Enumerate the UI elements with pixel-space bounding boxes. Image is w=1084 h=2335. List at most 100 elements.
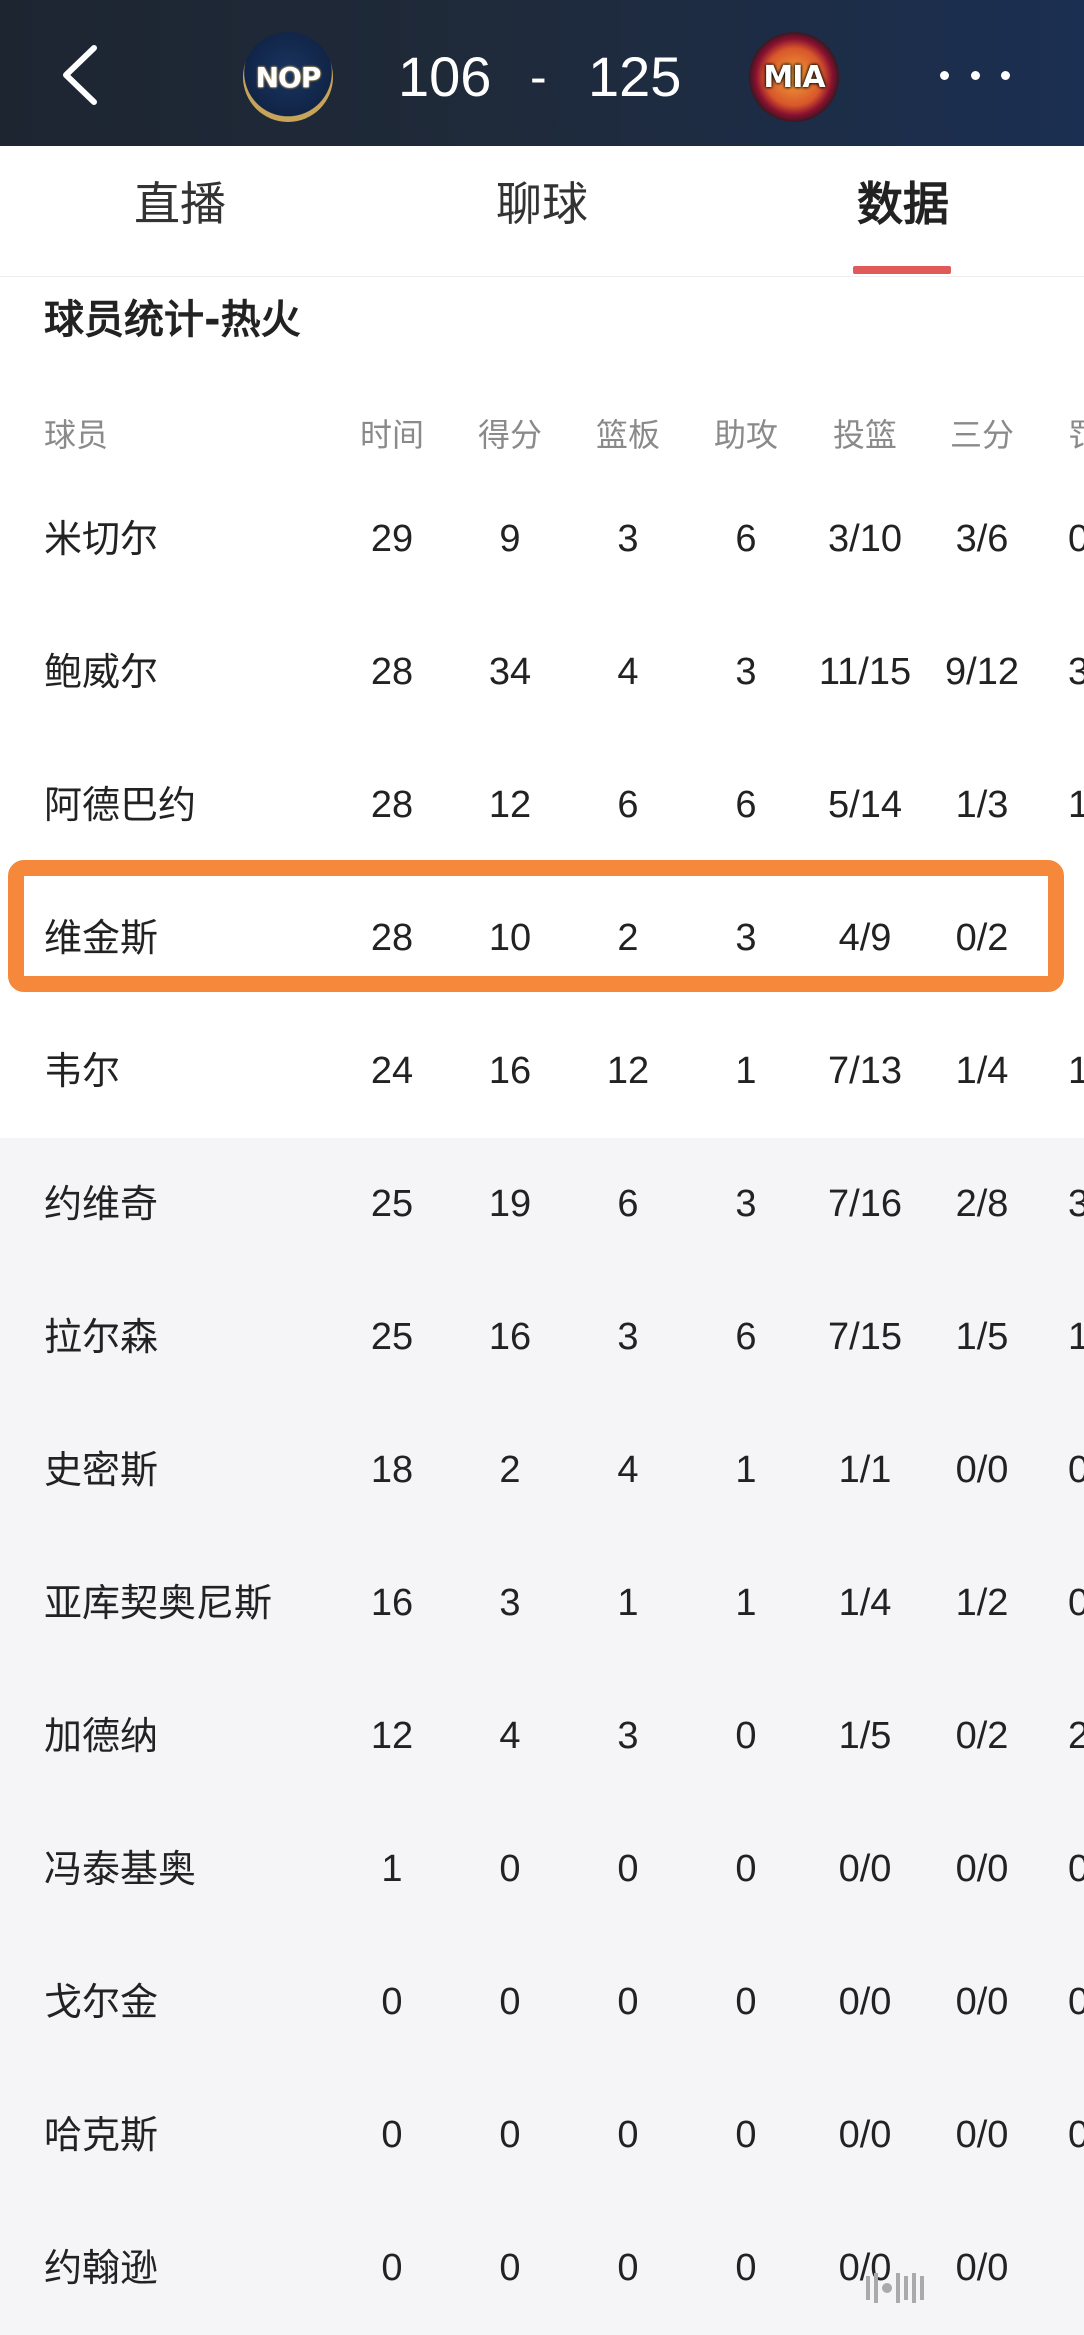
stat-field-goals: 7/15 bbox=[828, 1316, 902, 1358]
stat-three-pointers: 3/6 bbox=[955, 518, 1009, 560]
stat-points: 0 bbox=[499, 1981, 521, 2023]
player-name[interactable]: 维金斯 bbox=[44, 872, 158, 1005]
stat-rebounds: 4 bbox=[617, 1449, 639, 1491]
game-header: NOP 106 - 125 MIA bbox=[0, 0, 1084, 146]
watermark bbox=[866, 2270, 1066, 2306]
stat-points: 0 bbox=[499, 2247, 521, 2289]
stat-rebounds: 0 bbox=[617, 2247, 639, 2289]
stat-points: 0 bbox=[499, 1848, 521, 1890]
home-team-abbr: NOP bbox=[255, 60, 322, 94]
stat-three-pointers: 9/12 bbox=[945, 651, 1019, 693]
player-name[interactable]: 史密斯 bbox=[44, 1404, 158, 1537]
stat-assists: 3 bbox=[735, 651, 757, 693]
home-score: 106 bbox=[398, 45, 492, 108]
player-name[interactable]: 鲍威尔 bbox=[44, 606, 158, 739]
table-row[interactable]: 哈克斯 0 0 0 0 0/0 0/0 0 bbox=[0, 2069, 1084, 2202]
section-title: 球员统计-热火 bbox=[44, 297, 301, 343]
player-name[interactable]: 约维奇 bbox=[44, 1138, 158, 1271]
back-button[interactable] bbox=[52, 40, 112, 110]
table-row[interactable]: 戈尔金 0 0 0 0 0/0 0/0 0 bbox=[0, 1936, 1084, 2069]
stat-free-throws: 2 bbox=[1068, 1715, 1084, 1757]
away-team-logo[interactable]: MIA bbox=[749, 32, 839, 122]
stat-minutes: 25 bbox=[370, 1316, 414, 1358]
table-row[interactable]: 约翰逊 0 0 0 0 0/0 0/0 bbox=[0, 2202, 1084, 2335]
stat-rebounds: 0 bbox=[617, 2114, 639, 2156]
stat-assists: 3 bbox=[735, 1183, 757, 1225]
player-name[interactable]: 阿德巴约 bbox=[44, 739, 196, 872]
player-name[interactable]: 米切尔 bbox=[44, 473, 158, 606]
stat-rebounds: 3 bbox=[617, 1715, 639, 1757]
stat-free-throws: 0 bbox=[1068, 1981, 1084, 2023]
stat-assists: 6 bbox=[735, 784, 757, 826]
stat-field-goals: 1/1 bbox=[838, 1449, 892, 1491]
stat-free-throws: 1 bbox=[1068, 784, 1084, 826]
stat-assists: 0 bbox=[735, 1715, 757, 1757]
tab-data[interactable]: 数据 bbox=[853, 174, 953, 234]
player-name[interactable]: 戈尔金 bbox=[44, 1936, 158, 2069]
stat-points: 10 bbox=[488, 917, 532, 959]
stat-three-pointers: 0/0 bbox=[955, 2114, 1009, 2156]
stat-rebounds: 3 bbox=[617, 518, 639, 560]
stat-free-throws: 0 bbox=[1068, 518, 1084, 560]
stat-assists: 0 bbox=[735, 1848, 757, 1890]
score-separator: - bbox=[530, 49, 547, 105]
player-name[interactable]: 哈克斯 bbox=[44, 2069, 158, 2202]
stat-minutes: 28 bbox=[370, 784, 414, 826]
stat-field-goals: 11/15 bbox=[818, 651, 912, 693]
stat-points: 19 bbox=[488, 1183, 532, 1225]
player-name[interactable]: 亚库契奥尼斯 bbox=[44, 1537, 272, 1670]
stat-free-throws: 3 bbox=[1068, 1183, 1084, 1225]
more-dot-icon bbox=[940, 70, 949, 80]
stat-assists: 6 bbox=[735, 1316, 757, 1358]
home-team-logo[interactable]: NOP bbox=[243, 32, 333, 122]
away-score: 125 bbox=[588, 45, 682, 108]
table-row[interactable]: 维金斯 28 10 2 3 4/9 0/2 bbox=[0, 872, 1084, 1005]
table-row[interactable]: 米切尔 29 9 3 6 3/10 3/6 0 bbox=[0, 473, 1084, 606]
table-row[interactable]: 约维奇 25 19 6 3 7/16 2/8 3 bbox=[0, 1138, 1084, 1271]
stat-assists: 0 bbox=[735, 2247, 757, 2289]
stat-rebounds: 3 bbox=[617, 1316, 639, 1358]
stat-assists: 0 bbox=[735, 1981, 757, 2023]
stat-minutes: 0 bbox=[381, 1981, 403, 2023]
player-name[interactable]: 约翰逊 bbox=[44, 2202, 158, 2335]
stat-field-goals: 0/0 bbox=[838, 2247, 892, 2289]
stat-field-goals: 5/14 bbox=[828, 784, 902, 826]
stat-field-goals: 1/5 bbox=[838, 1715, 892, 1757]
tab-live[interactable]: 直播 bbox=[130, 174, 230, 234]
stat-minutes: 24 bbox=[370, 1050, 414, 1092]
stat-minutes: 1 bbox=[381, 1848, 403, 1890]
stat-rebounds: 4 bbox=[617, 651, 639, 693]
stat-three-pointers: 1/4 bbox=[955, 1050, 1009, 1092]
stat-assists: 1 bbox=[735, 1582, 757, 1624]
stat-field-goals: 0/0 bbox=[838, 1981, 892, 2023]
stat-three-pointers: 0/2 bbox=[955, 917, 1009, 959]
stat-free-throws: 1 bbox=[1068, 1316, 1084, 1358]
tab-chat[interactable]: 聊球 bbox=[492, 174, 592, 234]
table-row[interactable]: 冯泰基奥 1 0 0 0 0/0 0/0 0 bbox=[0, 1803, 1084, 1936]
stat-rebounds: 0 bbox=[617, 1981, 639, 2023]
table-row[interactable]: 加德纳 12 4 3 0 1/5 0/2 2 bbox=[0, 1670, 1084, 1803]
stat-rebounds: 0 bbox=[617, 1848, 639, 1890]
more-dot-icon bbox=[1001, 70, 1010, 80]
player-name[interactable]: 冯泰基奥 bbox=[44, 1803, 196, 1936]
table-row[interactable]: 史密斯 18 2 4 1 1/1 0/0 0 bbox=[0, 1404, 1084, 1537]
player-name[interactable]: 韦尔 bbox=[44, 1005, 120, 1138]
stat-minutes: 25 bbox=[370, 1183, 414, 1225]
stat-three-pointers: 0/0 bbox=[955, 2247, 1009, 2289]
stat-field-goals: 3/10 bbox=[828, 518, 902, 560]
table-row[interactable]: 亚库契奥尼斯 16 3 1 1 1/4 1/2 0 bbox=[0, 1537, 1084, 1670]
stat-free-throws: 0 bbox=[1068, 1848, 1084, 1890]
table-row[interactable]: 韦尔 24 16 12 1 7/13 1/4 1 bbox=[0, 1005, 1084, 1138]
table-row[interactable]: 鲍威尔 28 34 4 3 11/15 9/12 3 bbox=[0, 606, 1084, 739]
stat-minutes: 29 bbox=[370, 518, 414, 560]
player-name[interactable]: 拉尔森 bbox=[44, 1271, 158, 1404]
table-row[interactable]: 拉尔森 25 16 3 6 7/15 1/5 1 bbox=[0, 1271, 1084, 1404]
stat-assists: 0 bbox=[735, 2114, 757, 2156]
more-options-button[interactable] bbox=[940, 60, 1010, 90]
stat-free-throws: 0 bbox=[1068, 1449, 1084, 1491]
stat-rebounds: 12 bbox=[606, 1050, 650, 1092]
stat-points: 16 bbox=[488, 1316, 532, 1358]
table-row[interactable]: 阿德巴约 28 12 6 6 5/14 1/3 1 bbox=[0, 739, 1084, 872]
player-name[interactable]: 加德纳 bbox=[44, 1670, 158, 1803]
stat-rebounds: 1 bbox=[617, 1582, 639, 1624]
